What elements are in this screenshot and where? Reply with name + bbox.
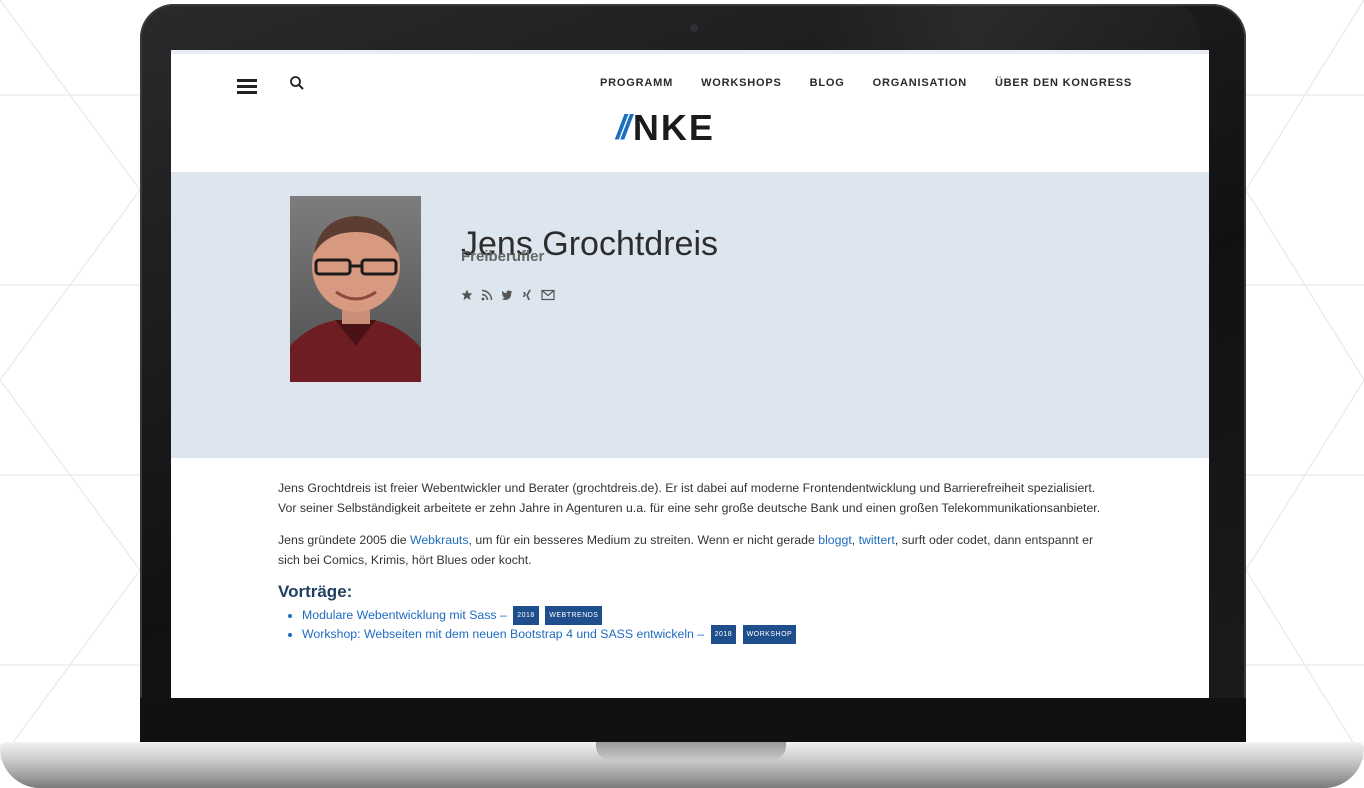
twitter-icon[interactable]	[501, 289, 513, 301]
talk-item: Workshop: Webseiten mit dem neuen Bootst…	[302, 625, 1108, 644]
talk-item: Modulare Webentwicklung mit Sass – 2018 …	[302, 606, 1108, 625]
social-links	[461, 289, 555, 301]
nav-item-workshops[interactable]: WORKSHOPS	[701, 77, 782, 89]
logo-slashes: //	[616, 108, 631, 147]
speaker-role: Freiberufler	[461, 248, 545, 265]
nav-item-blog[interactable]: BLOG	[810, 77, 845, 89]
page-top-bar	[171, 50, 1209, 54]
bio-paragraph-1: Jens Grochtdreis ist freier Webentwickle…	[278, 481, 1101, 515]
blog-link[interactable]: bloggt	[818, 533, 852, 547]
rss-icon[interactable]	[481, 289, 493, 301]
nav-item-programm[interactable]: PROGRAMM	[600, 77, 673, 89]
xing-icon[interactable]	[521, 289, 533, 301]
site-logo[interactable]: // NKE	[616, 107, 715, 148]
twitter-link[interactable]: twittert	[859, 533, 895, 547]
talk-link[interactable]: Workshop: Webseiten mit dem neuen Bootst…	[302, 627, 704, 641]
mail-icon[interactable]	[541, 289, 555, 301]
laptop-screen: PROGRAMM WORKSHOPS BLOG ORGANISATION ÜBE…	[171, 50, 1209, 698]
bio-text: ,	[851, 533, 859, 547]
camera-icon	[690, 24, 698, 32]
laptop-chin	[140, 698, 1246, 746]
speaker-biography: Jens Grochtdreis ist freier Webentwickle…	[278, 478, 1108, 644]
nav-item-ueber-den-kongress[interactable]: ÜBER DEN KONGRESS	[995, 77, 1132, 89]
laptop-lid-notch	[596, 742, 786, 760]
webkrauts-link[interactable]: Webkrauts	[410, 533, 469, 547]
talk-track-badge[interactable]: WORKSHOP	[742, 625, 797, 644]
talks-heading: Vorträge:	[278, 582, 353, 601]
nav-item-organisation[interactable]: ORGANISATION	[873, 77, 967, 89]
bio-text: , um für ein besseres Medium zu streiten…	[468, 533, 819, 547]
bio-text: Jens gründete 2005 die	[278, 533, 410, 547]
talk-link[interactable]: Modulare Webentwicklung mit Sass –	[302, 608, 507, 622]
search-icon[interactable]	[289, 75, 305, 91]
speaker-photo	[290, 196, 421, 382]
logo-wordmark: NKE	[632, 107, 715, 148]
star-icon[interactable]	[461, 289, 473, 301]
bezel-reflection	[820, 4, 1200, 52]
speaker-header: Jens Grochtdreis Freiberufler	[171, 172, 1209, 458]
bio-paragraph-2: Jens gründete 2005 die Webkrauts, um für…	[278, 530, 1108, 570]
talk-year-badge[interactable]: 2018	[513, 606, 539, 625]
talk-track-badge[interactable]: WEBTRENDS	[545, 606, 603, 625]
main-navigation: PROGRAMM WORKSHOPS BLOG ORGANISATION ÜBE…	[600, 77, 1132, 89]
hamburger-menu-icon[interactable]	[237, 79, 257, 95]
talks-list: Modulare Webentwicklung mit Sass – 2018 …	[278, 606, 1108, 644]
talk-year-badge[interactable]: 2018	[710, 625, 737, 644]
